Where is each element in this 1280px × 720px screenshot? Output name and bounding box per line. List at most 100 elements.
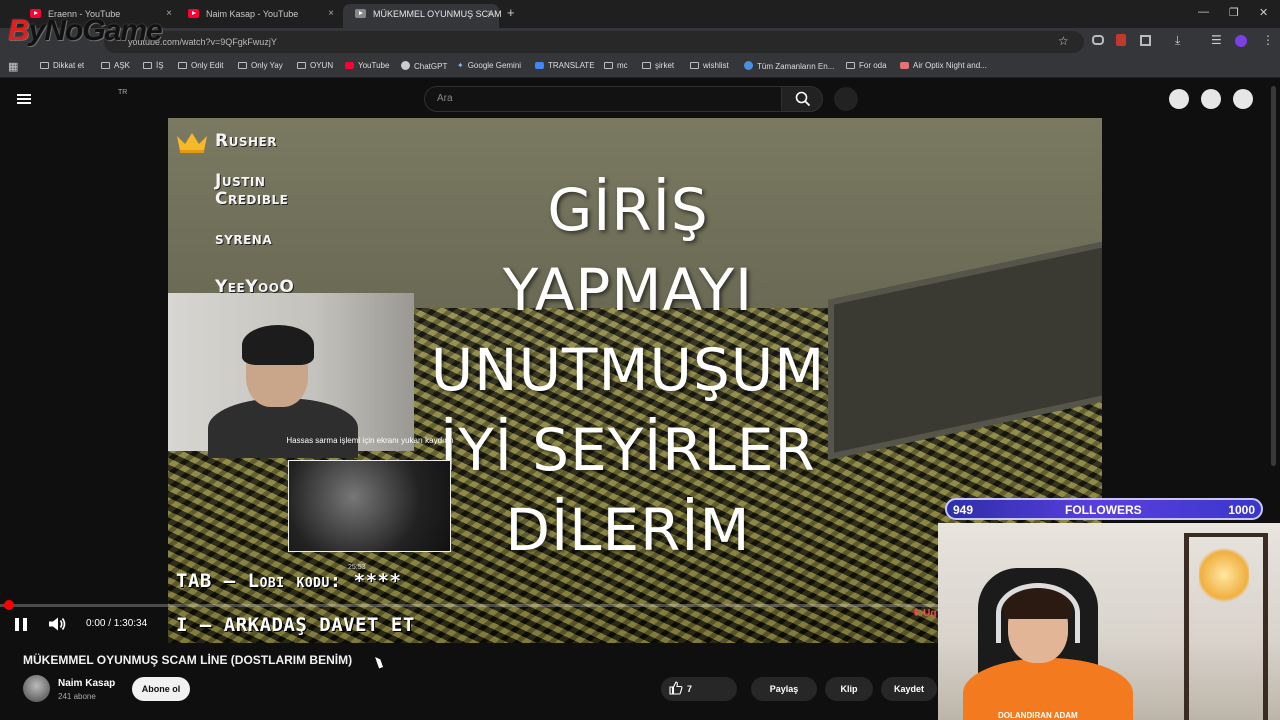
new-tab-button[interactable]: + [507,5,515,20]
address-bar[interactable]: youtube.com/watch?v=9QFgkFwuzjY [104,31,1084,53]
page-scrollbar[interactable] [1271,86,1276,466]
extension-icon[interactable] [1116,34,1126,46]
browser-tab-strip: Eraenn - YouTube × Naim Kasap - YouTube … [0,0,1280,28]
browser-tab-active[interactable]: MÜKEMMEL OYUNMUŞ SCAM × [343,4,502,28]
channel-name[interactable]: Naim Kasap [58,678,115,689]
folder-icon [40,62,49,69]
webcam-caption: DOLANDIRAN ADAM [998,711,1078,720]
folder-icon [642,62,651,69]
puzzle-icon[interactable] [1140,35,1151,46]
create-button[interactable] [1169,89,1189,109]
pause-icon[interactable] [15,618,27,631]
tab-title: MÜKEMMEL OYUNMUŞ SCAM [373,9,502,19]
scrub-preview-thumbnail [288,460,451,552]
progress-bar[interactable] [0,604,938,607]
bookmark-item[interactable]: ✦ Google Gemini [457,61,521,70]
overlay-cta: ⇞ Ug [912,608,937,619]
mouse-cursor [375,655,383,669]
address-bar-row: youtube.com/watch?v=9QFgkFwuzjY ☆ ⤓ ☰ ⋮ [0,28,1280,56]
bookmarks-bar: ▦ Dikkat et AŞK İŞ Only Edit Only Yay OY… [0,56,1280,78]
more-options-icon[interactable]: ⋮ [1262,33,1274,47]
followers-goal-bar: 949 FOLLOWERS 1000 [945,498,1263,520]
bookmark-item[interactable]: İŞ [143,61,164,70]
search-input[interactable]: Ara [424,86,782,112]
leaderboard-name: syrena [215,229,273,249]
search-button[interactable] [781,86,823,112]
subscribe-button[interactable]: Abone ol [132,677,190,701]
youtube-icon [345,62,354,69]
folder-icon [846,62,855,69]
notifications-button[interactable] [1201,89,1221,109]
profile-avatar[interactable] [1235,35,1247,47]
download-icon[interactable]: ⤓ [1175,33,1180,48]
folder-icon [604,62,613,69]
minimize-button[interactable]: — [1198,6,1209,18]
site-icon [900,62,909,69]
subscriber-count: 241 abone [58,692,96,701]
voice-search-button[interactable] [834,87,858,111]
streamer-figure [208,398,358,458]
scrub-tooltip: Hassas sarma işlemi için ekranı yukarı k… [286,436,454,445]
save-button[interactable]: Kaydet [881,677,937,701]
apps-grid-icon[interactable]: ▦ [8,60,18,73]
country-code: TR [118,89,128,96]
bookmark-item[interactable]: YouTube [345,61,389,70]
menu-icon[interactable] [17,94,31,104]
bookmark-item[interactable]: şirket [642,61,674,70]
folder-icon [238,62,247,69]
bookmark-item[interactable]: Tüm Zamanların En... [744,61,834,71]
bookmark-item[interactable]: Dikkat et [40,61,84,70]
reading-list-icon[interactable]: ☰ [1211,33,1222,47]
folder-icon [101,62,110,69]
shelf-figure [1184,533,1268,720]
chatgpt-icon [401,61,410,70]
site-icon [744,61,753,70]
overlay-hint-line: I – ARKADAŞ DAVET ET [176,614,415,636]
folder-icon [690,62,699,69]
tab-title: Naim Kasap - YouTube [206,9,299,19]
close-icon[interactable]: × [166,4,172,24]
close-icon[interactable]: × [487,4,493,24]
bookmark-item[interactable]: TRANSLATE [535,61,595,70]
like-button[interactable]: 7 [661,677,737,701]
overlay-text-line: UNUTMUŞUM [430,336,826,404]
streamer-figure [242,325,314,365]
account-avatar[interactable] [1233,89,1253,109]
progress-scrubber[interactable] [4,600,14,610]
folder-icon [178,62,187,69]
loading-icon [355,9,366,18]
share-button[interactable]: Paylaş [751,677,817,701]
overlay-text-line: YAPMAYI [502,256,754,324]
close-window-button[interactable]: ✕ [1259,6,1268,19]
folder-icon [297,62,306,69]
bookmark-item[interactable]: OYUN [297,61,333,70]
clip-button[interactable]: Klip [825,677,873,701]
bookmark-item[interactable]: wishlist [690,61,729,70]
leaderboard-name: Justin Credible [215,171,289,209]
like-count: 7 [687,684,693,694]
bookmark-item[interactable]: AŞK [101,61,130,70]
overlay-text-line: GİRİŞ [547,176,709,244]
bookmark-star-icon[interactable]: ☆ [1058,34,1069,48]
extension-icon[interactable] [1092,35,1104,45]
channel-avatar[interactable] [23,675,50,702]
followers-label: FOLLOWERS [1065,503,1142,517]
youtube-icon [188,9,199,18]
lamp-figure [1199,545,1249,605]
overlay-hint-line: TAB – Lobi kodu: **** [176,570,402,592]
volume-icon[interactable] [48,617,66,631]
leaderboard-name: Rusher [215,131,277,151]
crown-icon [177,133,207,153]
bookmark-item[interactable]: Only Yay [238,61,283,70]
search-icon [795,91,811,107]
followers-goal: 1000 [1228,503,1255,517]
overlay-logo: ByNoGame [8,14,163,47]
bookmark-item[interactable]: mc [604,61,628,70]
bookmark-item[interactable]: Only Edit [178,61,223,70]
bookmark-item[interactable]: Air Optix Night and... [900,61,987,70]
close-icon[interactable]: × [328,4,334,24]
browser-tab[interactable]: Naim Kasap - YouTube × [176,4,340,28]
bookmark-item[interactable]: ChatGPT [401,61,447,71]
maximize-button[interactable]: ❐ [1229,6,1239,19]
bookmark-item[interactable]: For oda [846,61,887,70]
